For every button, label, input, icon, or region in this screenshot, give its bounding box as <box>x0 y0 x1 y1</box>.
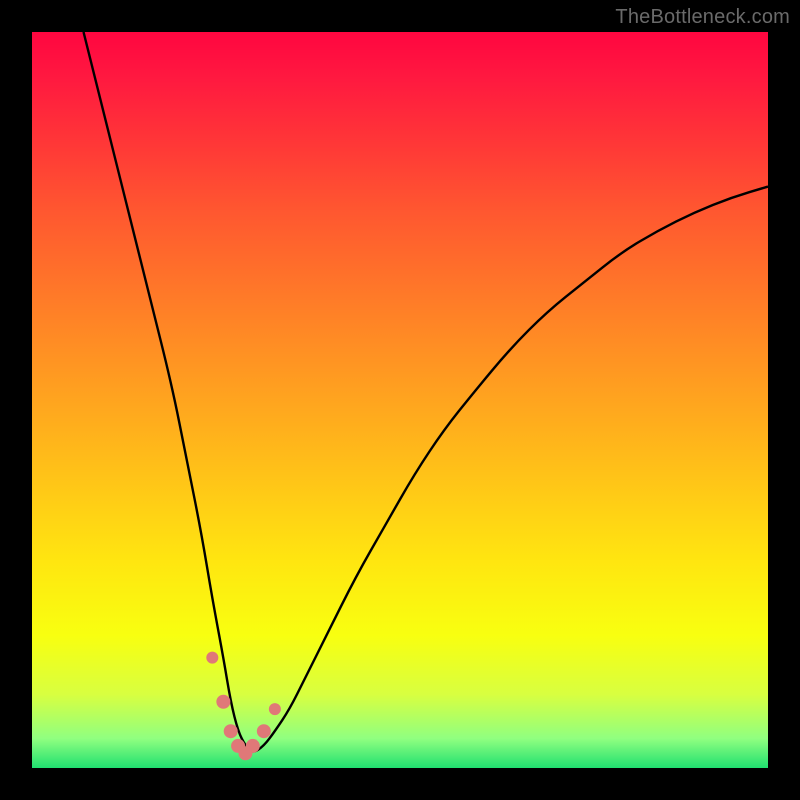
chart-frame: TheBottleneck.com <box>0 0 800 800</box>
plot-area <box>32 32 768 768</box>
marker-layer <box>206 652 281 761</box>
watermark-text: TheBottleneck.com <box>615 6 790 29</box>
marker-point <box>246 739 260 753</box>
curve-layer <box>84 32 768 751</box>
marker-point <box>206 652 218 664</box>
chart-svg <box>32 32 768 768</box>
marker-point <box>224 724 238 738</box>
marker-point <box>257 724 271 738</box>
marker-point <box>269 703 281 715</box>
bottleneck-curve <box>84 32 768 751</box>
marker-point <box>216 695 230 709</box>
